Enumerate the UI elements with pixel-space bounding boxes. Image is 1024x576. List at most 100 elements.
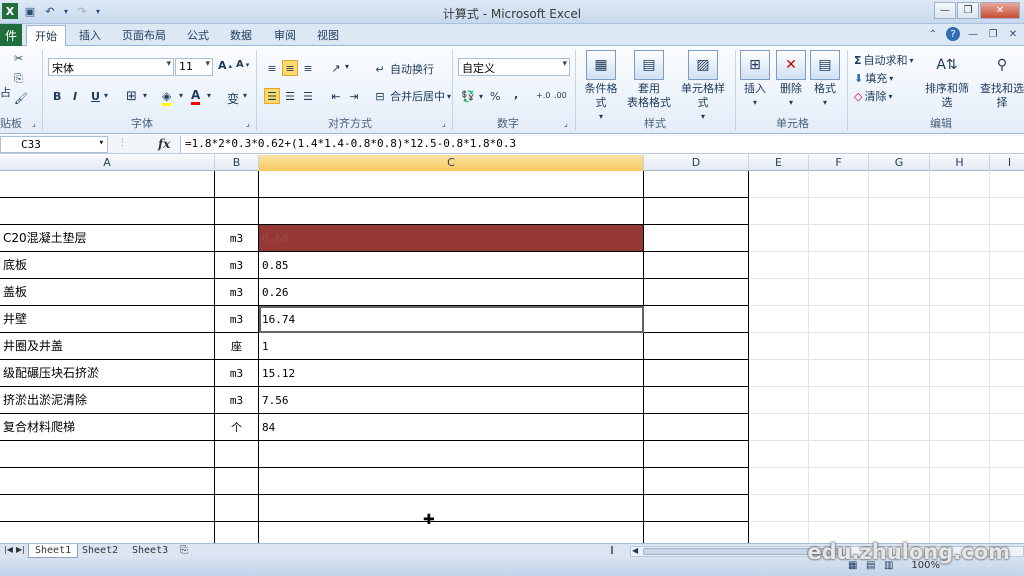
format-cells-button[interactable]: ▤ 格式 ▾	[810, 50, 840, 110]
cell-b[interactable]	[215, 171, 259, 198]
cell-empty[interactable]	[869, 495, 930, 522]
cell-c[interactable]: 84	[259, 414, 644, 441]
column-header-i[interactable]: I	[990, 155, 1024, 171]
cell-b[interactable]: m3	[215, 252, 259, 279]
cell-empty[interactable]	[869, 360, 930, 387]
cell-c[interactable]: 0.26	[259, 279, 644, 306]
cell-a[interactable]: 井壁	[0, 306, 215, 333]
cell-empty[interactable]	[809, 225, 869, 252]
sheet-tab-2[interactable]: Sheet2	[76, 544, 124, 558]
increase-indent-icon[interactable]: ⇥	[346, 88, 362, 104]
comma-button[interactable]: ,	[514, 88, 518, 101]
cell-a[interactable]	[0, 171, 215, 198]
cell-empty[interactable]	[930, 252, 990, 279]
cell-empty[interactable]	[869, 468, 930, 495]
number-format-dropdown-icon[interactable]: ▾	[562, 59, 567, 69]
cell-empty[interactable]	[749, 468, 809, 495]
underline-button[interactable]: U	[91, 90, 100, 103]
cell-a[interactable]	[0, 468, 215, 495]
cell-b[interactable]: m3	[215, 360, 259, 387]
sheet-tab-3[interactable]: Sheet3	[126, 544, 174, 558]
tab-file[interactable]: 件	[0, 24, 22, 46]
column-header-b[interactable]: B	[215, 155, 259, 171]
cell-empty[interactable]	[644, 306, 749, 333]
align-left-icon[interactable]: ☰	[264, 88, 280, 104]
cell-a[interactable]: 挤淤出淤泥清除	[0, 387, 215, 414]
cell-b[interactable]	[215, 441, 259, 468]
cell-c[interactable]: 1	[259, 333, 644, 360]
cell-empty[interactable]	[990, 198, 1024, 225]
cell-empty[interactable]	[869, 252, 930, 279]
cell-b[interactable]	[215, 495, 259, 522]
cell-empty[interactable]	[749, 171, 809, 198]
cell-empty[interactable]	[749, 387, 809, 414]
cell-b[interactable]	[215, 468, 259, 495]
delete-cells-button[interactable]: ✕ 删除 ▾	[776, 50, 806, 110]
cell-b[interactable]: m3	[215, 387, 259, 414]
font-name-combo[interactable]: 宋体 ▾	[48, 58, 174, 76]
conditional-formatting-button[interactable]: ▦ 条件格式 ▾	[580, 50, 622, 124]
cell-empty[interactable]	[990, 333, 1024, 360]
cell-empty[interactable]	[930, 306, 990, 333]
paste-label[interactable]: 占	[0, 84, 11, 100]
tab-page-layout[interactable]: 页面布局	[122, 27, 166, 43]
cell-empty[interactable]	[644, 225, 749, 252]
cell-c[interactable]	[259, 495, 644, 522]
doc-close-icon[interactable]: ✕	[1006, 27, 1020, 41]
cell-empty[interactable]	[749, 279, 809, 306]
cell-empty[interactable]	[749, 522, 809, 543]
cut-icon[interactable]: ✂	[14, 52, 23, 65]
cell-empty[interactable]	[930, 495, 990, 522]
column-header-h[interactable]: H	[930, 155, 990, 171]
font-dialog-icon[interactable]: ⌟	[246, 119, 250, 128]
cell-a[interactable]: C20混凝土垫层	[0, 225, 215, 252]
cell-empty[interactable]	[644, 387, 749, 414]
italic-button[interactable]: I	[73, 90, 77, 103]
clipboard-dialog-icon[interactable]: ⌟	[32, 119, 36, 128]
cell-c-highlighted[interactable]: 0.60	[259, 225, 644, 252]
orientation-icon[interactable]: ↗	[328, 60, 344, 76]
column-header-f[interactable]: F	[809, 155, 869, 171]
cell-empty[interactable]	[749, 225, 809, 252]
cell-empty[interactable]	[930, 279, 990, 306]
cell-empty[interactable]	[990, 360, 1024, 387]
cell-c[interactable]	[259, 441, 644, 468]
cell-empty[interactable]	[644, 279, 749, 306]
first-sheet-icon[interactable]: |◀	[4, 545, 13, 554]
cell-empty[interactable]	[644, 414, 749, 441]
tab-review[interactable]: 审阅	[274, 27, 296, 43]
cell-empty[interactable]	[644, 360, 749, 387]
find-select-button[interactable]: ⚲ 查找和选择	[976, 50, 1024, 110]
insert-sheet-icon[interactable]: ⎘	[180, 545, 188, 556]
cell-c-selected[interactable]: 16.74	[259, 306, 644, 333]
name-box-dropdown-icon[interactable]: ▾	[99, 138, 104, 148]
number-dialog-icon[interactable]: ⌟	[564, 119, 568, 128]
cell-empty[interactable]	[990, 306, 1024, 333]
shrink-font-icon[interactable]: A ▾	[236, 59, 249, 70]
cell-empty[interactable]	[869, 279, 930, 306]
cell-b[interactable]	[215, 522, 259, 543]
cell-c[interactable]	[259, 522, 644, 543]
worksheet-grid[interactable]: C20混凝土垫层 m3 0.60 底板 m3 0.85 盖板 m3 0.26 井壁 m3 16.74 井…	[0, 171, 1024, 543]
tab-home[interactable]: 开始	[26, 25, 66, 47]
autosum-button[interactable]: Σ 自动求和 ▾	[854, 52, 914, 68]
borders-icon[interactable]: ⊞	[126, 89, 137, 104]
cell-empty[interactable]	[990, 387, 1024, 414]
cell-empty[interactable]	[809, 279, 869, 306]
font-size-combo[interactable]: 11 ▾	[175, 58, 213, 76]
cell-empty[interactable]	[990, 225, 1024, 252]
formula-input[interactable]: =1.8*2*0.3*0.62+(1.4*1.4-0.8*0.8)*12.5-0…	[180, 136, 1024, 153]
cell-empty[interactable]	[869, 387, 930, 414]
wrap-text-button[interactable]: ↵ 自动换行	[372, 61, 434, 77]
cell-a[interactable]: 底板	[0, 252, 215, 279]
cell-empty[interactable]	[749, 441, 809, 468]
close-button[interactable]: ✕	[980, 2, 1020, 19]
cell-c[interactable]	[259, 468, 644, 495]
format-painter-icon[interactable]: 🖌	[14, 92, 28, 105]
cell-empty[interactable]	[644, 198, 749, 225]
cell-empty[interactable]	[644, 522, 749, 543]
font-name-dropdown-icon[interactable]: ▾	[166, 59, 171, 69]
align-middle-icon[interactable]: ≡	[282, 60, 298, 76]
cell-a[interactable]: 级配碾压块石挤淤	[0, 360, 215, 387]
percent-button[interactable]: %	[490, 90, 500, 103]
